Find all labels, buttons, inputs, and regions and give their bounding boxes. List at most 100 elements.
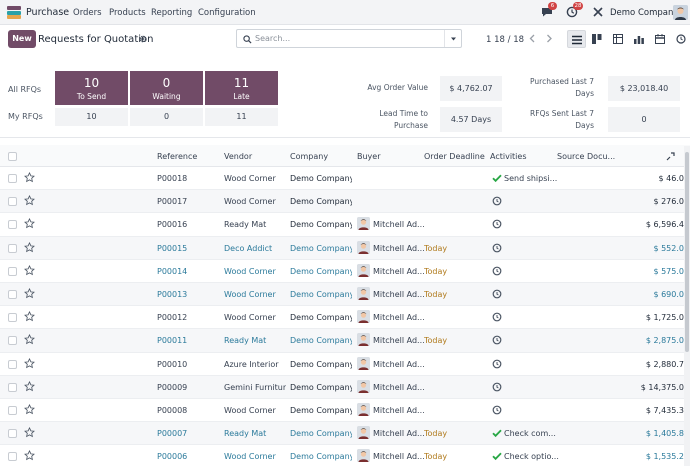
activity-cell[interactable]: Send shipsi... <box>492 173 557 185</box>
menu-configuration[interactable]: Configuration <box>198 8 256 18</box>
search-options-toggle[interactable] <box>444 30 461 47</box>
table-row[interactable]: P00017 Wood Corner Demo Company $ 276.0 <box>0 190 684 214</box>
column-reference[interactable]: Reference <box>157 152 197 161</box>
view-kanban-button[interactable] <box>588 30 607 48</box>
activities-button[interactable]: 28 <box>566 2 583 19</box>
row-checkbox[interactable] <box>8 174 17 183</box>
view-activity-button[interactable] <box>672 30 690 48</box>
row-checkbox[interactable] <box>8 266 17 276</box>
my-waiting[interactable]: 0 <box>130 108 203 126</box>
search-box[interactable] <box>236 29 462 48</box>
star-icon[interactable] <box>24 311 35 322</box>
table-row[interactable]: P00008 Wood Corner Demo Company Mitchell Ad… <box>0 399 684 423</box>
star-icon[interactable] <box>24 334 35 345</box>
star-icon[interactable] <box>24 172 35 183</box>
activity-cell[interactable] <box>492 312 552 324</box>
messages-button[interactable]: 6 <box>541 2 557 19</box>
pager-value[interactable]: 1 18 / 18 <box>486 35 524 45</box>
buyer-cell[interactable]: Mitchell Ad... <box>357 426 425 441</box>
pager-previous-button[interactable] <box>524 30 540 47</box>
scrollbar-thumb[interactable] <box>685 152 689 352</box>
row-checkbox[interactable] <box>8 406 17 415</box>
my-to-send[interactable]: 10 <box>55 108 128 126</box>
star-icon[interactable] <box>24 427 35 438</box>
table-row[interactable]: P00014 Wood Corner Demo Company Mitchell Ad… <box>0 260 684 283</box>
gear-icon[interactable] <box>139 35 147 43</box>
activity-cell[interactable]: Check optio... <box>492 451 559 463</box>
table-row[interactable]: P00011 Ready Mat Demo Company Mitchell Ad..… <box>0 329 684 353</box>
new-button[interactable]: New <box>8 30 36 48</box>
buyer-cell[interactable]: Mitchell Ad... <box>357 333 425 348</box>
star-icon[interactable] <box>24 357 35 369</box>
row-checkbox[interactable] <box>8 359 17 369</box>
star-icon[interactable] <box>24 264 35 276</box>
row-checkbox[interactable] <box>8 336 17 346</box>
buyer-cell[interactable]: Mitchell Ad... <box>357 356 425 372</box>
buyer-cell[interactable]: Mitchell Ad... <box>357 287 425 302</box>
star-icon[interactable] <box>24 195 35 206</box>
table-row[interactable]: P00016 Ready Mat Demo Company Mitchell Ad..… <box>0 213 684 237</box>
select-all-checkbox[interactable] <box>8 152 17 161</box>
table-row[interactable]: P00013 Wood Corner Demo Company Mitchell Ad… <box>0 283 684 307</box>
view-pivot-button[interactable] <box>609 30 628 48</box>
buyer-cell[interactable]: Mitchell Ad... <box>357 263 425 279</box>
tile-waiting[interactable]: 0 Waiting <box>130 71 203 105</box>
activity-cell[interactable] <box>492 359 552 371</box>
activity-cell[interactable] <box>492 405 552 417</box>
table-row[interactable]: P00012 Wood Corner Demo Company Mitchell Ad… <box>0 306 684 330</box>
purchase-app-icon[interactable] <box>7 6 21 19</box>
activity-cell[interactable] <box>492 243 552 255</box>
column-activities[interactable]: Activities <box>490 152 527 161</box>
view-list-button[interactable] <box>567 30 586 48</box>
table-row[interactable]: P00006 Wood Corner Demo Company Mitchell Ad… <box>0 445 684 466</box>
column-settings-icon[interactable] <box>666 152 675 161</box>
activity-cell[interactable] <box>492 382 552 394</box>
tile-late[interactable]: 11 Late <box>205 71 278 105</box>
search-input[interactable] <box>255 32 445 45</box>
menu-reporting[interactable]: Reporting <box>151 8 192 18</box>
buyer-cell[interactable]: Mitchell Ad... <box>357 240 425 256</box>
star-icon[interactable] <box>24 450 35 461</box>
activity-cell[interactable] <box>492 266 552 278</box>
activity-cell[interactable] <box>492 289 552 301</box>
buyer-cell[interactable]: Mitchell Ad... <box>357 449 425 464</box>
star-icon[interactable] <box>24 218 35 229</box>
pager-next-button[interactable] <box>541 30 557 47</box>
activity-cell[interactable] <box>492 335 552 347</box>
row-checkbox[interactable] <box>8 243 17 253</box>
row-checkbox[interactable] <box>8 452 17 462</box>
column-buyer[interactable]: Buyer <box>357 152 381 161</box>
activity-cell[interactable] <box>492 219 552 231</box>
table-row[interactable]: P00009 Gemini Furniture Demo Company Mitche… <box>0 375 684 399</box>
star-icon[interactable] <box>24 241 35 253</box>
view-graph-button[interactable] <box>630 30 649 48</box>
column-source-document[interactable]: Source Docu... <box>557 152 615 161</box>
row-checkbox[interactable] <box>8 382 17 392</box>
tools-button[interactable] <box>592 6 605 19</box>
list-scrollbar[interactable] <box>684 146 690 466</box>
menu-orders[interactable]: Orders <box>73 8 102 18</box>
table-row[interactable]: P00010 Azure Interior Demo Company Mitchell… <box>0 353 684 376</box>
star-icon[interactable] <box>24 404 35 415</box>
buyer-cell[interactable]: Mitchell Ad... <box>357 403 425 418</box>
star-icon[interactable] <box>24 288 35 299</box>
row-checkbox[interactable] <box>8 313 17 323</box>
column-order-deadline[interactable]: Order Deadline <box>424 152 485 161</box>
app-name[interactable]: Purchase <box>26 7 69 18</box>
table-row[interactable]: P00015 Deco Addict Demo Company Mitchell Ad… <box>0 236 684 260</box>
row-checkbox[interactable] <box>8 220 17 230</box>
column-vendor[interactable]: Vendor <box>224 152 252 161</box>
column-company[interactable]: Company <box>290 152 328 161</box>
star-icon[interactable] <box>24 380 35 392</box>
row-checkbox[interactable] <box>8 197 17 207</box>
buyer-cell[interactable]: Mitchell Ad... <box>357 310 425 325</box>
buyer-cell[interactable]: Mitchell Ad... <box>357 217 425 232</box>
table-row[interactable]: P00018 Wood Corner Demo Company Send shipsi… <box>0 167 684 191</box>
company-switcher[interactable]: Demo Company <box>610 8 678 18</box>
row-checkbox[interactable] <box>8 429 17 439</box>
my-late[interactable]: 11 <box>205 108 278 126</box>
activity-cell[interactable] <box>492 196 552 208</box>
view-calendar-button[interactable] <box>651 30 670 48</box>
table-row[interactable]: P00007 Ready Mat Demo Company Mitchell Ad..… <box>0 422 684 446</box>
user-avatar[interactable] <box>673 5 688 20</box>
